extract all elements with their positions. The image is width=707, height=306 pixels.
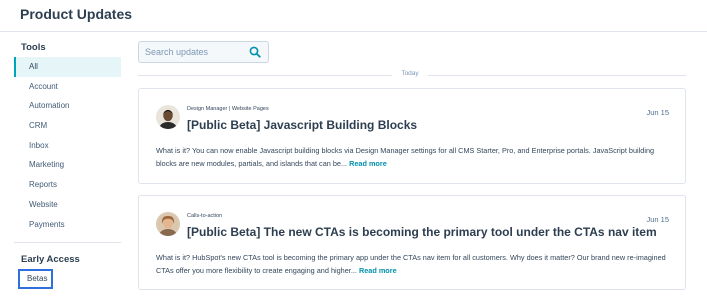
sidebar-item-account[interactable]: Account [14,77,121,97]
page-title: Product Updates [20,6,133,22]
sidebar-item-betas[interactable]: Betas [18,269,53,289]
sidebar-item-website[interactable]: Website [14,195,121,215]
sidebar-divider [14,242,121,243]
sidebar-item-reports[interactable]: Reports [14,175,121,195]
update-title[interactable]: [Public Beta] The new CTAs is becoming t… [187,225,657,239]
early-access-section-title: Early Access [21,254,80,265]
today-divider-left [138,75,392,76]
today-label: Today [401,70,419,77]
update-summary: What is it? HubSpot's new CTAs tool is b… [156,251,668,277]
today-divider-right [428,75,686,76]
search-icon[interactable] [249,46,261,58]
update-title[interactable]: [Public Beta] Javascript Building Blocks [187,118,417,132]
update-card[interactable]: Calls-to-action [Public Beta] The new CT… [138,195,686,290]
update-card[interactable]: Design Manager | Website Pages [Public B… [138,88,686,184]
search-box [138,41,269,63]
sidebar-item-automation[interactable]: Automation [14,96,121,116]
avatar [156,105,180,129]
update-date: Jun 15 [646,108,669,117]
update-category: Calls-to-action [187,213,223,219]
update-summary-text: What is it? You can now enable Javascrip… [156,146,655,168]
sidebar-item-all[interactable]: All [14,57,121,77]
avatar [156,212,180,236]
tools-section-title: Tools [21,42,46,53]
sidebar: Tools All Account Automation CRM Inbox M… [0,32,130,306]
tools-nav-list: All Account Automation CRM Inbox Marketi… [14,57,121,234]
search-input[interactable] [139,42,244,62]
update-summary-text: What is it? HubSpot's new CTAs tool is b… [156,253,666,275]
sidebar-item-inbox[interactable]: Inbox [14,136,121,156]
sidebar-item-payments[interactable]: Payments [14,215,121,235]
read-more-link[interactable]: Read more [349,159,387,168]
update-summary: What is it? You can now enable Javascrip… [156,144,668,170]
update-category: Design Manager | Website Pages [187,106,269,112]
read-more-link[interactable]: Read more [359,266,397,275]
sidebar-item-crm[interactable]: CRM [14,116,121,136]
sidebar-item-marketing[interactable]: Marketing [14,155,121,175]
update-date: Jun 15 [646,215,669,224]
